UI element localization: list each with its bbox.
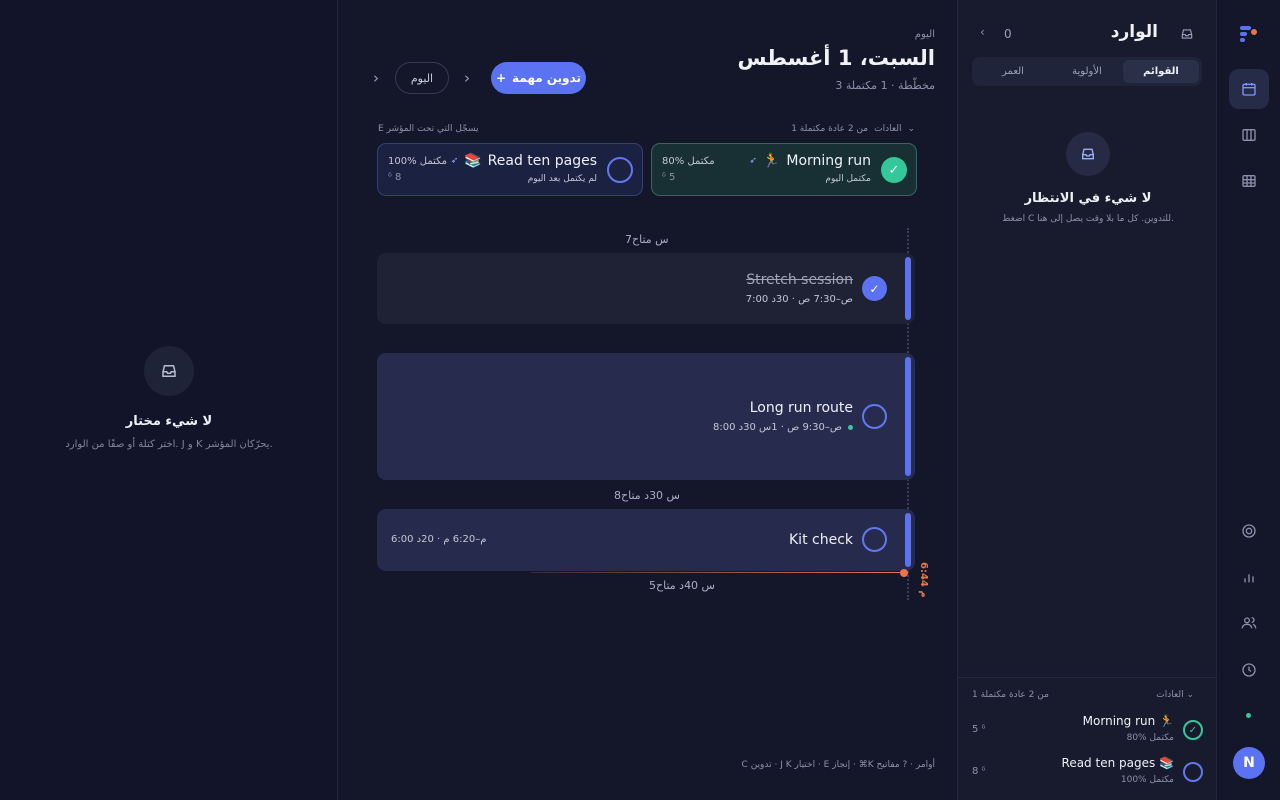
flame-icon: ᵟ: [662, 172, 666, 183]
inbox-habits-label: العادات: [1156, 690, 1184, 700]
tab-age[interactable]: العمر: [975, 60, 1051, 83]
time-block-long-run-route[interactable]: Long run route 8:00 ص–9:30 ص · 1س 30د: [377, 353, 915, 480]
circle-icon[interactable]: [862, 404, 887, 429]
tab-lists[interactable]: القوائم: [1123, 60, 1199, 83]
habits-hint: E يسجّل التي تحت المؤشر: [378, 124, 479, 134]
chevron-right-icon[interactable]: ›: [457, 68, 477, 88]
free-time-label: 5س 40د متاح: [649, 579, 715, 592]
inbox-sort-tabs: القوائم الأولوية العمر: [972, 57, 1202, 86]
app-logo-icon: [1239, 24, 1259, 44]
block-time: 6:00 م–6:20 م · 20د: [391, 534, 487, 545]
flame-icon: ᵟ: [388, 172, 392, 183]
habit-percent: 80% مكتمل: [662, 156, 715, 167]
nav-rail: N: [1217, 0, 1280, 800]
time-block-kit-check[interactable]: Kit check 6:00 م–6:20 م · 20د: [377, 509, 915, 571]
circle-icon[interactable]: [1183, 762, 1203, 782]
habit-emoji: 📚: [464, 153, 482, 169]
chevron-left-icon[interactable]: ‹: [980, 25, 985, 39]
inbox-tray-icon: [144, 346, 194, 396]
detail-pane: لا شيء مختار اختر كتلة أو صفًا من الوارد…: [0, 0, 338, 800]
free-time-label: 8س 30د متاح: [614, 489, 680, 502]
block-accent-bar: [905, 513, 911, 567]
capture-task-button[interactable]: + تدوين مهمة: [491, 62, 586, 94]
columns-icon[interactable]: [1229, 115, 1269, 155]
inbox-count: 0: [1004, 27, 1012, 41]
block-title: Kit check: [789, 532, 853, 548]
habit-name: Read ten pages: [487, 153, 597, 169]
habit-streak-count: 8: [395, 172, 402, 183]
block-title: Stretch session: [746, 272, 853, 288]
chevron-down-icon: ⌄: [1186, 690, 1194, 700]
inbox-tray-icon: [1066, 132, 1110, 176]
plus-icon: +: [495, 71, 506, 85]
today-button[interactable]: اليوم: [395, 62, 449, 94]
block-time: 8:00 ص–9:30 ص · 1س 30د: [713, 422, 842, 433]
clock-icon[interactable]: [1229, 650, 1269, 690]
block-accent-bar: [905, 357, 911, 476]
inbox-habits-count: 1 من 2 عادة مكتملة: [972, 690, 1049, 700]
time-block-stretch-session[interactable]: ✓ Stretch session 7:00 ص–7:30 ص · 30د: [377, 253, 915, 324]
divider: [958, 677, 1218, 678]
detail-empty-title: لا شيء مختار: [125, 414, 213, 429]
capture-task-label: تدوين مهمة: [512, 71, 582, 85]
habit-percent: 100% مكتمل: [388, 156, 448, 167]
block-time: 7:00 ص–7:30 ص · 30د: [745, 294, 853, 305]
now-indicator-line: [531, 572, 903, 573]
target-icon[interactable]: [1229, 511, 1269, 551]
inbox-title: الوارد: [1110, 22, 1158, 42]
habits-count: 1 من 2 عادة مكتملة: [791, 124, 869, 134]
habit-status: مكتمل اليوم: [825, 174, 871, 184]
inbox-habit-name: Morning run 🏃: [1082, 714, 1174, 728]
day-summary: 3 مخطّطة · 1 مكتملة: [835, 79, 935, 92]
keyboard-shortcuts-hint: C تدوين · J K اختيار · E إنجاز · ⌘K أوام…: [741, 760, 935, 770]
detail-empty-hint: اختر كتلة أو صفًا من الوارد. J و K يحرّك…: [65, 439, 273, 450]
circle-icon[interactable]: [862, 527, 887, 552]
habit-emoji: 🏃: [762, 153, 781, 169]
check-icon[interactable]: ✓: [1183, 720, 1203, 740]
streak-flag-icon: ➶: [749, 156, 757, 166]
block-accent-bar: [905, 257, 911, 320]
inbox-empty-title: لا شيء في الانتظار: [1024, 191, 1152, 206]
inbox-habit-percent: 80% مكتمل: [1126, 733, 1174, 743]
inbox-habit-name: Read ten pages 📚: [1061, 756, 1174, 770]
tab-priority[interactable]: الأولوية: [1049, 60, 1125, 83]
date-label: اليوم: [914, 29, 935, 40]
habit-card-read-ten-pages[interactable]: ➶ 📚 Read ten pages لم يكتمل بعد اليوم 10…: [377, 143, 643, 196]
day-view: اليوم السبت، 1 أغسطس 3 مخطّطة · 1 مكتملة…: [338, 0, 957, 800]
chevron-right-icon[interactable]: ›: [366, 68, 386, 88]
inbox-tray-icon: [1180, 27, 1194, 41]
flame-icon: ᵟ: [981, 724, 986, 735]
inbox-empty-hint: اضغط C للتدوين. كل ما بلا وقت يصل إلى هن…: [1002, 214, 1174, 224]
streak-flag-icon: ➶: [450, 156, 459, 166]
inbox-habit-count: 8 ᵟ: [972, 766, 986, 777]
avatar[interactable]: N: [1233, 747, 1265, 779]
chevron-down-icon: ⌄: [907, 124, 915, 134]
habits-label: العادات: [874, 124, 902, 134]
habit-name: Morning run: [786, 153, 871, 169]
inbox-habit-percent: 100% مكتمل: [1120, 775, 1174, 785]
inbox-habit-count: 5 ᵟ: [972, 724, 986, 735]
now-time: 6:44 م: [918, 562, 929, 598]
users-icon[interactable]: [1229, 603, 1269, 643]
inbox-habits-header[interactable]: العادات ⌄: [1156, 690, 1194, 700]
habits-header[interactable]: 1 من 2 عادة مكتملة العادات ⌄: [791, 124, 915, 134]
inbox-panel: الوارد 0 ‹ القوائم الأولوية العمر لا شيء…: [957, 0, 1218, 800]
now-indicator-dot: [900, 569, 908, 577]
check-icon[interactable]: ✓: [881, 157, 907, 183]
habit-card-morning-run[interactable]: ✓ ➶ 🏃 Morning run مكتمل اليوم 80% مكتمل …: [651, 143, 917, 196]
circle-icon[interactable]: [607, 157, 633, 183]
page-title: السبت، 1 أغسطس: [737, 46, 935, 70]
check-icon[interactable]: ✓: [862, 276, 887, 301]
grid-icon[interactable]: [1229, 161, 1269, 201]
block-title: Long run route: [749, 400, 853, 416]
bar-chart-icon[interactable]: [1229, 557, 1269, 597]
habit-streak-count: 5: [669, 172, 676, 183]
free-time-label: 7س متاح: [625, 233, 669, 246]
flame-icon: ᵟ: [981, 766, 986, 777]
sync-status-dot: [1246, 713, 1251, 718]
calendar-day-icon[interactable]: [1229, 69, 1269, 109]
habit-status: لم يكتمل بعد اليوم: [527, 174, 597, 184]
status-dot-icon: [848, 425, 853, 430]
